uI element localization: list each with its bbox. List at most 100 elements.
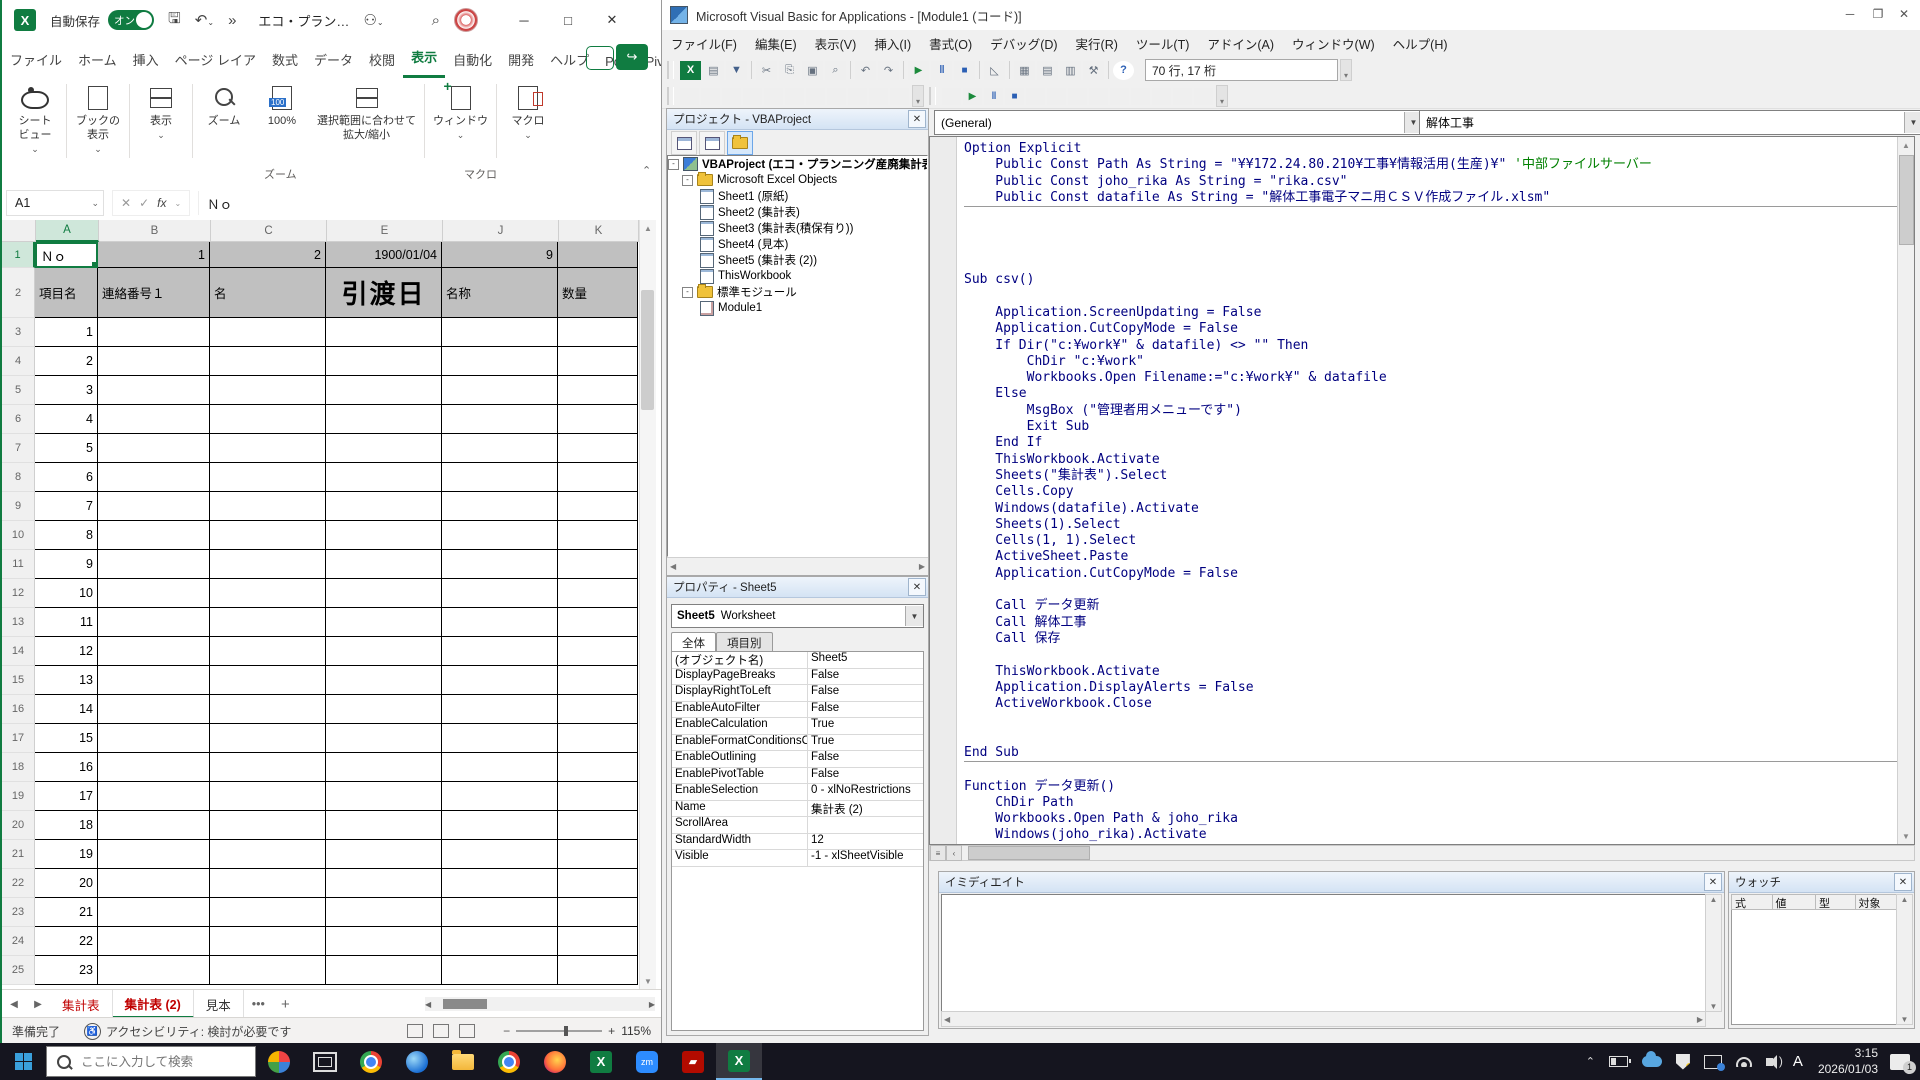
hscroll-right-icon[interactable]: ▶ bbox=[649, 1000, 655, 1009]
property-row[interactable]: EnableOutliningFalse bbox=[672, 751, 923, 768]
column-header-C[interactable]: C bbox=[211, 220, 327, 242]
code-hscroll-thumb[interactable] bbox=[968, 846, 1090, 860]
property-value[interactable]: True bbox=[808, 718, 923, 734]
cell[interactable]: 11 bbox=[35, 608, 98, 637]
row-header[interactable]: 20 bbox=[2, 811, 35, 840]
properties-window-icon[interactable]: ▤ bbox=[1037, 61, 1058, 80]
column-header-K[interactable]: K bbox=[559, 220, 639, 242]
code-line[interactable]: Sub csv() bbox=[964, 272, 1898, 288]
cell[interactable] bbox=[326, 869, 442, 898]
cell[interactable] bbox=[442, 666, 558, 695]
row-header[interactable]: 1 bbox=[2, 242, 35, 268]
procedure-combo[interactable]: 解体工事 ▼ bbox=[1419, 110, 1920, 135]
code-line[interactable] bbox=[964, 647, 1898, 663]
cell[interactable]: 17 bbox=[35, 782, 98, 811]
cell[interactable] bbox=[326, 463, 442, 492]
cell[interactable] bbox=[442, 724, 558, 753]
cell[interactable] bbox=[98, 695, 210, 724]
chrome-2-icon[interactable] bbox=[486, 1043, 532, 1080]
code-scroll-thumb[interactable] bbox=[1899, 155, 1914, 245]
vertical-scrollbar[interactable]: ▲ ▼ bbox=[639, 220, 656, 989]
cell[interactable] bbox=[442, 376, 558, 405]
hscroll-left-icon[interactable]: ◀ bbox=[425, 1000, 431, 1009]
column-header-A[interactable]: A bbox=[36, 220, 99, 242]
watch-close-icon[interactable]: ✕ bbox=[1894, 873, 1912, 891]
cell[interactable] bbox=[98, 927, 210, 956]
ribbon-tab[interactable]: ファイル bbox=[2, 41, 70, 78]
cell[interactable] bbox=[98, 405, 210, 434]
immediate-close-icon[interactable]: ✕ bbox=[1704, 873, 1722, 891]
enter-icon[interactable]: ✓ bbox=[139, 196, 149, 210]
cell[interactable]: 数量 bbox=[558, 268, 638, 318]
ribbon-tab[interactable]: 数式 bbox=[264, 41, 306, 78]
cell[interactable] bbox=[210, 666, 326, 695]
property-row[interactable]: Visible-1 - xlSheetVisible bbox=[672, 850, 923, 867]
row-header[interactable]: 9 bbox=[2, 492, 35, 521]
cell[interactable] bbox=[210, 608, 326, 637]
cell[interactable]: 名 bbox=[210, 268, 326, 318]
zoom-in-icon[interactable]: + bbox=[608, 1024, 615, 1038]
tree-item-ThisWorkbook[interactable]: ThisWorkbook bbox=[668, 268, 927, 284]
immediate-window-icon[interactable] bbox=[1131, 88, 1150, 105]
property-value[interactable]: Sheet5 bbox=[808, 652, 923, 668]
cell[interactable] bbox=[558, 666, 638, 695]
cell[interactable] bbox=[442, 608, 558, 637]
reset-icon[interactable]: ■ bbox=[954, 61, 975, 80]
cell[interactable] bbox=[210, 637, 326, 666]
column-header-J[interactable]: J bbox=[443, 220, 559, 242]
call-stack-icon[interactable] bbox=[1194, 88, 1213, 105]
code-line[interactable]: Workbooks.Open Filename:="c:¥work¥" & da… bbox=[964, 370, 1898, 386]
cell[interactable] bbox=[558, 869, 638, 898]
full-module-view-icon[interactable]: ‹ bbox=[946, 845, 962, 861]
cell[interactable]: 21 bbox=[35, 898, 98, 927]
code-line[interactable] bbox=[964, 223, 1898, 239]
row-header[interactable]: 19 bbox=[2, 782, 35, 811]
object-combo[interactable]: (General) ▼ bbox=[934, 110, 1423, 135]
zoom-percentage[interactable]: 115% bbox=[621, 1024, 651, 1038]
cell[interactable] bbox=[326, 695, 442, 724]
cell[interactable] bbox=[210, 695, 326, 724]
paste-icon[interactable]: ▣ bbox=[802, 61, 823, 80]
sheet-nav-right-icon[interactable]: ▶ bbox=[26, 990, 50, 1018]
cell[interactable] bbox=[442, 579, 558, 608]
code-hscrollbar[interactable]: ≡ ‹ bbox=[929, 845, 1915, 861]
maximize-button[interactable]: □ bbox=[546, 0, 590, 40]
cell[interactable] bbox=[98, 347, 210, 376]
run-icon[interactable]: ▶ bbox=[908, 61, 929, 80]
cell[interactable] bbox=[442, 782, 558, 811]
undo-icon[interactable]: ↶⌄ bbox=[195, 11, 214, 29]
vba-restore-button[interactable]: ❐ bbox=[1864, 0, 1892, 28]
cell[interactable] bbox=[210, 811, 326, 840]
cell[interactable]: 8 bbox=[35, 521, 98, 550]
cell[interactable] bbox=[98, 318, 210, 347]
cell[interactable] bbox=[326, 550, 442, 579]
watch-column-header[interactable]: 値 bbox=[1773, 894, 1816, 910]
cell[interactable]: 名称 bbox=[442, 268, 558, 318]
cell[interactable] bbox=[98, 434, 210, 463]
code-line[interactable]: End If bbox=[964, 435, 1898, 451]
cell[interactable]: 2 bbox=[210, 242, 326, 268]
cell[interactable] bbox=[98, 782, 210, 811]
fx-dropdown-icon[interactable]: ⌄ bbox=[174, 199, 181, 208]
code-line[interactable] bbox=[964, 256, 1898, 272]
immediate-hscrollbar[interactable]: ◀▶ bbox=[941, 1011, 1706, 1027]
sheet-tab[interactable]: 集計表 bbox=[50, 990, 113, 1018]
comments-icon[interactable] bbox=[586, 46, 614, 70]
property-value[interactable]: 集計表 (2) bbox=[808, 801, 923, 817]
cell[interactable]: 22 bbox=[35, 927, 98, 956]
code-line[interactable]: Workbooks.Open Path & joho_rika bbox=[964, 811, 1898, 827]
cell[interactable]: 5 bbox=[35, 434, 98, 463]
cell[interactable] bbox=[326, 318, 442, 347]
project-hscrollbar[interactable]: ◀▶ bbox=[667, 557, 928, 575]
help-icon[interactable]: ? bbox=[1113, 61, 1134, 80]
cell[interactable] bbox=[210, 579, 326, 608]
cell[interactable]: 10 bbox=[35, 579, 98, 608]
code-line[interactable]: Sheets("集計表").Select bbox=[964, 468, 1898, 484]
cell[interactable] bbox=[210, 347, 326, 376]
code-line[interactable]: Public Const Path As String = "¥¥172.24.… bbox=[964, 157, 1898, 173]
cell[interactable]: 14 bbox=[35, 695, 98, 724]
cell[interactable] bbox=[558, 724, 638, 753]
code-text[interactable]: Option Explicit Public Const Path As Str… bbox=[956, 137, 1898, 844]
zoom-out-icon[interactable]: − bbox=[503, 1024, 510, 1038]
cell[interactable]: Ｎｏ bbox=[35, 242, 98, 268]
